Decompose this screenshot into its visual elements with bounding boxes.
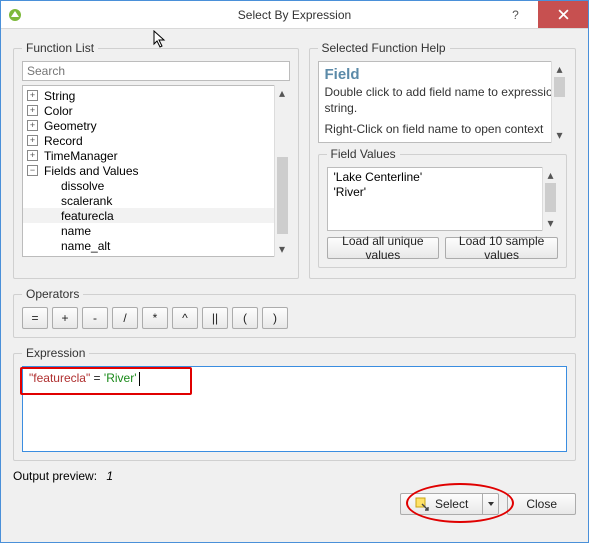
help-group: Selected Function Help Field Double clic… xyxy=(309,41,577,279)
function-list-group: Function List + String + Color + Geometry + Rec… xyxy=(13,41,299,279)
tree-item-label: rivernum xyxy=(61,254,108,258)
expand-icon[interactable]: + xyxy=(27,150,38,161)
help-line2: Right-Click on field name to open contex… xyxy=(325,122,561,143)
field-values-group: Field Values 'Lake Centerline''River' ▴ … xyxy=(318,147,568,268)
expand-icon[interactable]: + xyxy=(27,135,38,146)
load-all-values-button[interactable]: Load all unique values xyxy=(327,237,440,259)
select-icon xyxy=(415,497,429,511)
help-line1: Double click to add field name to expres… xyxy=(325,85,561,116)
tree-item[interactable]: scalerank xyxy=(23,193,289,208)
help-scrollbar[interactable]: ▴ ▾ xyxy=(551,61,567,143)
operator-button[interactable]: * xyxy=(142,307,168,329)
output-preview-row: Output preview: 1 xyxy=(13,469,576,483)
tree-item-label: scalerank xyxy=(61,194,112,208)
tree-item[interactable]: rivernum xyxy=(23,253,289,257)
tree-item[interactable]: name_alt xyxy=(23,238,289,253)
dialog-window: Select By Expression ? Function List + St… xyxy=(0,0,589,543)
tree-item[interactable]: + String xyxy=(23,88,289,103)
operator-button[interactable]: / xyxy=(112,307,138,329)
select-split-button: Select xyxy=(400,493,499,515)
values-scrollbar[interactable]: ▴ ▾ xyxy=(542,167,558,231)
app-icon xyxy=(7,7,23,23)
search-input[interactable] xyxy=(22,61,290,81)
tree-item[interactable]: + Color xyxy=(23,103,289,118)
expand-icon[interactable]: + xyxy=(27,105,38,116)
expr-value-token: 'River' xyxy=(104,371,137,385)
help-button[interactable]: ? xyxy=(493,1,538,28)
tree-item[interactable]: + Record xyxy=(23,133,289,148)
expand-icon[interactable]: + xyxy=(27,90,38,101)
tree-item-label: TimeManager xyxy=(44,149,118,163)
field-values-legend: Field Values xyxy=(327,147,400,161)
dialog-body: Function List + String + Color + Geometry + Rec… xyxy=(1,29,588,542)
operator-button[interactable]: || xyxy=(202,307,228,329)
load-sample-values-button[interactable]: Load 10 sample values xyxy=(445,237,558,259)
select-dropdown-button[interactable] xyxy=(483,493,499,515)
select-button[interactable]: Select xyxy=(400,493,483,515)
expand-icon[interactable]: + xyxy=(27,120,38,131)
output-preview-value: 1 xyxy=(106,469,113,483)
scroll-up-icon[interactable]: ▴ xyxy=(552,61,567,77)
tree-item-label: String xyxy=(44,89,75,103)
titlebar: Select By Expression ? xyxy=(1,1,588,29)
text-cursor xyxy=(139,372,140,386)
operator-button[interactable]: - xyxy=(82,307,108,329)
help-text-area: Field Double click to add field name to … xyxy=(318,61,568,143)
function-list-legend: Function List xyxy=(22,41,98,55)
tree-item[interactable]: −Fields and Values xyxy=(23,163,289,178)
scroll-up-icon[interactable]: ▴ xyxy=(543,167,558,183)
tree-item-label: name_alt xyxy=(61,239,110,253)
scroll-down-icon[interactable]: ▾ xyxy=(275,241,290,257)
scroll-down-icon[interactable]: ▾ xyxy=(552,127,567,143)
tree-item-label: featurecla xyxy=(61,209,114,223)
close-button[interactable]: Close xyxy=(507,493,576,515)
operator-button[interactable]: ( xyxy=(232,307,258,329)
output-preview-label: Output preview: xyxy=(13,469,97,483)
operator-button[interactable]: + xyxy=(52,307,78,329)
tree-item-label: name xyxy=(61,224,91,238)
tree-item[interactable]: + TimeManager xyxy=(23,148,289,163)
expression-legend: Expression xyxy=(22,346,89,360)
field-value-item[interactable]: 'River' xyxy=(334,185,552,200)
window-controls: ? xyxy=(493,1,588,28)
close-window-button[interactable] xyxy=(538,1,588,28)
operator-button[interactable]: ) xyxy=(262,307,288,329)
function-tree[interactable]: + String + Color + Geometry + Record + TimeManage… xyxy=(22,85,290,257)
operator-button[interactable]: ^ xyxy=(172,307,198,329)
tree-item-label: dissolve xyxy=(61,179,104,193)
scroll-down-icon[interactable]: ▾ xyxy=(543,215,558,231)
help-legend: Selected Function Help xyxy=(318,41,450,55)
operators-legend: Operators xyxy=(22,287,83,301)
expr-field-token: "featurecla" xyxy=(29,371,90,385)
scroll-up-icon[interactable]: ▴ xyxy=(275,85,290,101)
expression-input[interactable]: "featurecla" = 'River' xyxy=(22,366,567,452)
operators-row: =+-/*^||() xyxy=(22,307,567,329)
operator-button[interactable]: = xyxy=(22,307,48,329)
tree-item[interactable]: featurecla xyxy=(23,208,289,223)
field-values-list[interactable]: 'Lake Centerline''River' xyxy=(327,167,559,231)
expression-group: Expression "featurecla" = 'River' xyxy=(13,346,576,461)
tree-item[interactable]: name xyxy=(23,223,289,238)
tree-item[interactable]: + Geometry xyxy=(23,118,289,133)
dialog-footer: Select Close xyxy=(13,493,576,515)
collapse-icon[interactable]: − xyxy=(27,165,38,176)
operators-group: Operators =+-/*^||() xyxy=(13,287,576,338)
field-value-item[interactable]: 'Lake Centerline' xyxy=(334,170,552,185)
tree-item-label: Geometry xyxy=(44,119,97,133)
tree-item-label: Color xyxy=(44,104,73,118)
select-button-label: Select xyxy=(435,497,468,511)
expr-op-token: = xyxy=(90,371,104,385)
help-title: Field xyxy=(325,66,561,83)
tree-item-label: Record xyxy=(44,134,83,148)
tree-item-label: Fields and Values xyxy=(44,164,139,178)
tree-scrollbar[interactable]: ▴ ▾ xyxy=(274,85,290,257)
tree-item[interactable]: dissolve xyxy=(23,178,289,193)
